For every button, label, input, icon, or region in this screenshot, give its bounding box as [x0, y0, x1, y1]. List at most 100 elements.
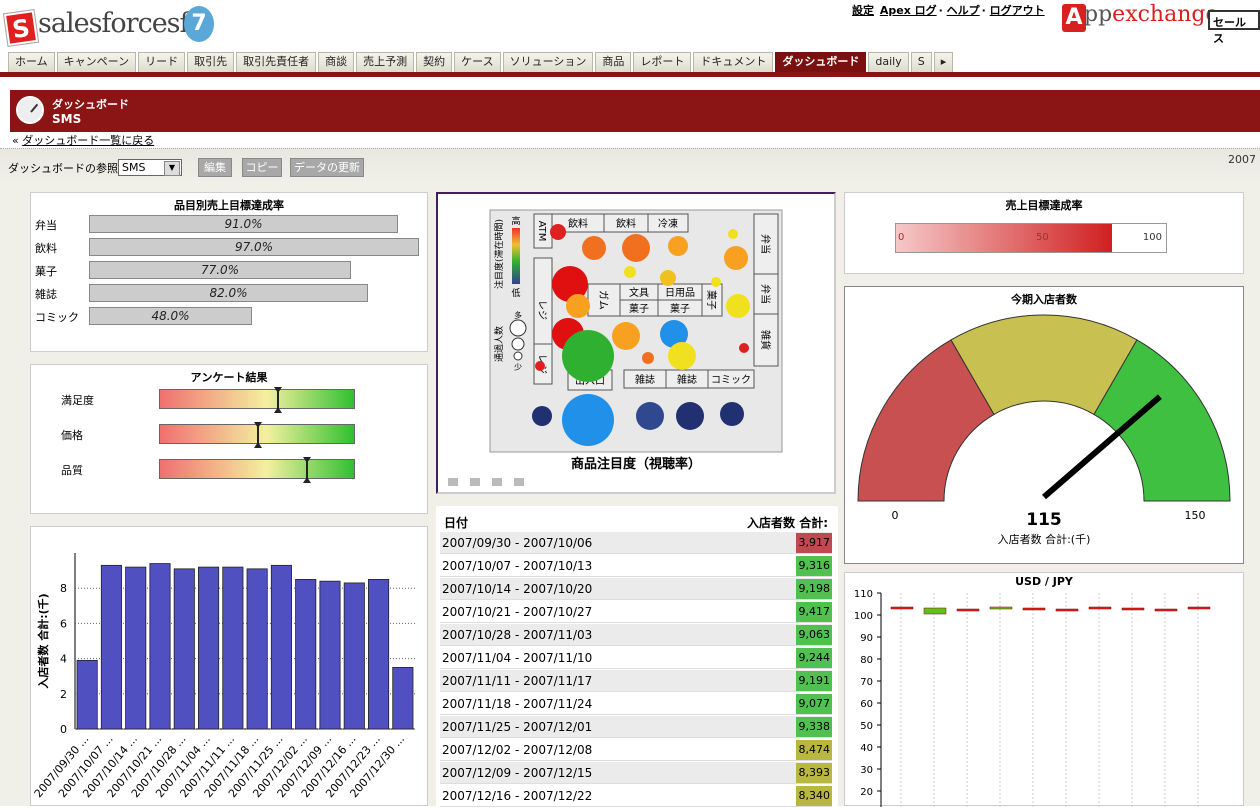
fx-candle: [1154, 608, 1178, 612]
visitors-chart-panel: 0 2 4 6 8 入店者数 合計:(千) 2007/09/30 ... 2007/10/07…: [30, 526, 428, 806]
table-row: 2007/09/30 - 2007/10/06 3,917: [440, 532, 832, 554]
version-badge: 7: [184, 6, 214, 42]
row-date: 2007/11/18 - 2007/11/24: [442, 697, 593, 711]
fx-tick-label: 20: [860, 787, 873, 798]
tab-14[interactable]: daily: [868, 52, 909, 72]
tab-0[interactable]: ホーム: [8, 52, 55, 72]
achievement-label: 飲料: [35, 242, 57, 255]
heatmap-panel: 高低注目度(滞在時間) 通過人数多少 ATM 飲料 飲料 冷凍 弁当 弁当 レジ ガム 文具 日用品菓…: [436, 192, 836, 494]
store-heatmap: 高低注目度(滞在時間)通過人数多少ATM 飲料 飲料 冷凍弁当弁当レジ ガム 文具 日用品菓…: [448, 209, 783, 486]
tab-divider: [0, 72, 1260, 77]
table-row: 2007/10/21 - 2007/10/27 9,417: [440, 601, 832, 623]
survey-row: 満足度: [61, 387, 361, 413]
appexchange-logo[interactable]: A ppexchange: [1058, 0, 1218, 44]
attention-bubble: [622, 234, 650, 262]
legend-high: 高: [511, 215, 520, 227]
table-header: 日付 入店者数 合計:: [440, 512, 836, 532]
tab-4[interactable]: 取引先責任者: [236, 52, 317, 72]
achievement-label: 雑誌: [35, 288, 57, 301]
attention-bubble: [532, 406, 552, 426]
target-tick-0: 0: [898, 232, 905, 243]
fx-tick-label: 30: [860, 765, 873, 776]
back-to-list-link[interactable]: ダッシュボード一覧に戻る: [22, 134, 154, 147]
visitors-bar-chart: 02468入店者数 合計:(千)2007/09/30 ...2007/10/07…: [32, 553, 415, 800]
row-date: 2007/11/11 - 2007/11/17: [442, 674, 593, 688]
row-date: 2007/09/30 - 2007/10/06: [442, 536, 593, 550]
edit-button[interactable]: 編集: [198, 158, 232, 177]
gauge-value: 115: [1026, 510, 1062, 530]
tab-5[interactable]: 商談: [318, 52, 355, 72]
tab-15[interactable]: S: [910, 52, 932, 72]
salesforce-logo[interactable]: S salesforcesfa 7: [3, 2, 224, 48]
logout-link[interactable]: ログアウト: [990, 4, 1045, 17]
size-legend-small: [513, 351, 523, 361]
tab-1[interactable]: キャンペーン: [56, 52, 137, 72]
visits-table: 日付 入店者数 合計: 2007/09/30 - 2007/10/06 3,917…: [436, 506, 838, 807]
appexchange-text: exchange: [1112, 2, 1219, 27]
zone-label: 菓子: [629, 303, 649, 315]
dashboard-select[interactable]: SMS: [118, 159, 182, 176]
appexchange-prefix: pp: [1084, 2, 1113, 27]
list-icon[interactable]: [492, 478, 502, 486]
app-select[interactable]: セールス: [1208, 10, 1260, 45]
tab-13[interactable]: ダッシュボード: [775, 52, 867, 72]
legend-axis: 注目度(滞在時間): [493, 219, 505, 289]
legend-bar: [512, 228, 520, 284]
refresh-date: 2007: [1228, 153, 1256, 166]
tab-2[interactable]: リード: [138, 52, 186, 72]
tab-more-arrow-icon[interactable]: ▸: [933, 52, 954, 72]
row-date: 2007/10/28 - 2007/11/03: [442, 628, 593, 642]
zone-label: 弁当: [759, 234, 772, 254]
tab-11[interactable]: レポート: [633, 52, 692, 72]
tab-10[interactable]: 商品: [595, 52, 632, 72]
attention-bubble: [582, 236, 606, 260]
fx-candle: [1121, 607, 1145, 611]
table-row: 2007/11/04 - 2007/11/10 9,244: [440, 647, 832, 669]
col-date-header: 日付: [444, 516, 469, 530]
attention-bubble: [660, 270, 676, 286]
achievement-label: コミック: [35, 311, 79, 324]
target-rate-fill: [896, 224, 1112, 252]
size-axis: 通過人数: [493, 326, 505, 362]
tab-7[interactable]: 契約: [416, 52, 453, 72]
edit-icon[interactable]: [470, 478, 480, 486]
usdjpy-panel: USD / JPY 110 100 90 80 70 60 50 40 30 20: [844, 572, 1244, 807]
zone-label: 冷凍: [658, 217, 678, 230]
tab-6[interactable]: 売上予測: [356, 52, 415, 72]
page-header: ダッシュボード SMS: [10, 90, 1260, 132]
tab-9[interactable]: ソリューション: [502, 52, 594, 72]
apex-log-link[interactable]: Apex ログ: [880, 4, 937, 17]
copy-button[interactable]: コピー: [242, 158, 282, 177]
setup-link[interactable]: 設定: [852, 4, 874, 17]
bar: [125, 566, 147, 730]
row-date: 2007/10/14 - 2007/10/20: [442, 582, 593, 596]
table-row: 2007/12/02 - 2007/12/08 8,474: [440, 739, 832, 761]
zone-label: ATM: [536, 221, 547, 242]
size-legend-large: [509, 319, 527, 337]
refresh-data-button[interactable]: データの更新: [290, 158, 364, 177]
fx-tick-label: 110: [854, 589, 873, 600]
tab-3[interactable]: 取引先: [187, 52, 235, 72]
fx-candle: [1088, 606, 1112, 610]
zone-label: 菓子: [670, 303, 690, 315]
help-link[interactable]: ヘルプ: [947, 4, 980, 17]
back-icon[interactable]: [448, 478, 458, 486]
row-date: 2007/11/04 - 2007/11/10: [442, 651, 593, 665]
tab-8[interactable]: ケース: [454, 52, 501, 72]
appexchange-a-icon: A: [1062, 4, 1086, 32]
achievement-row: コミック 48.0%: [35, 307, 425, 325]
col-visitors-header: 入店者数 合計:: [747, 516, 828, 530]
print-icon[interactable]: [514, 478, 524, 486]
table-row: 2007/10/14 - 2007/10/20 9,198: [440, 578, 832, 600]
fx-tick-label: 50: [860, 721, 873, 732]
survey-label: 満足度: [61, 394, 94, 407]
y-axis-label: 入店者数 合計:(千): [36, 593, 50, 688]
attention-bubble: [642, 352, 654, 364]
bar: [222, 566, 244, 730]
tab-bar: ホーム キャンペーン リード 取引先 取引先責任者 商談 売上予測 契約 ケース ソリューション商…: [8, 52, 955, 72]
row-date: 2007/12/09 - 2007/12/15: [442, 766, 593, 780]
tab-12[interactable]: ドキュメント: [693, 52, 774, 72]
gauge-caption: 入店者数 合計:(千): [998, 532, 1091, 546]
bar: [173, 568, 195, 730]
row-visitors: 9,316: [796, 556, 832, 576]
